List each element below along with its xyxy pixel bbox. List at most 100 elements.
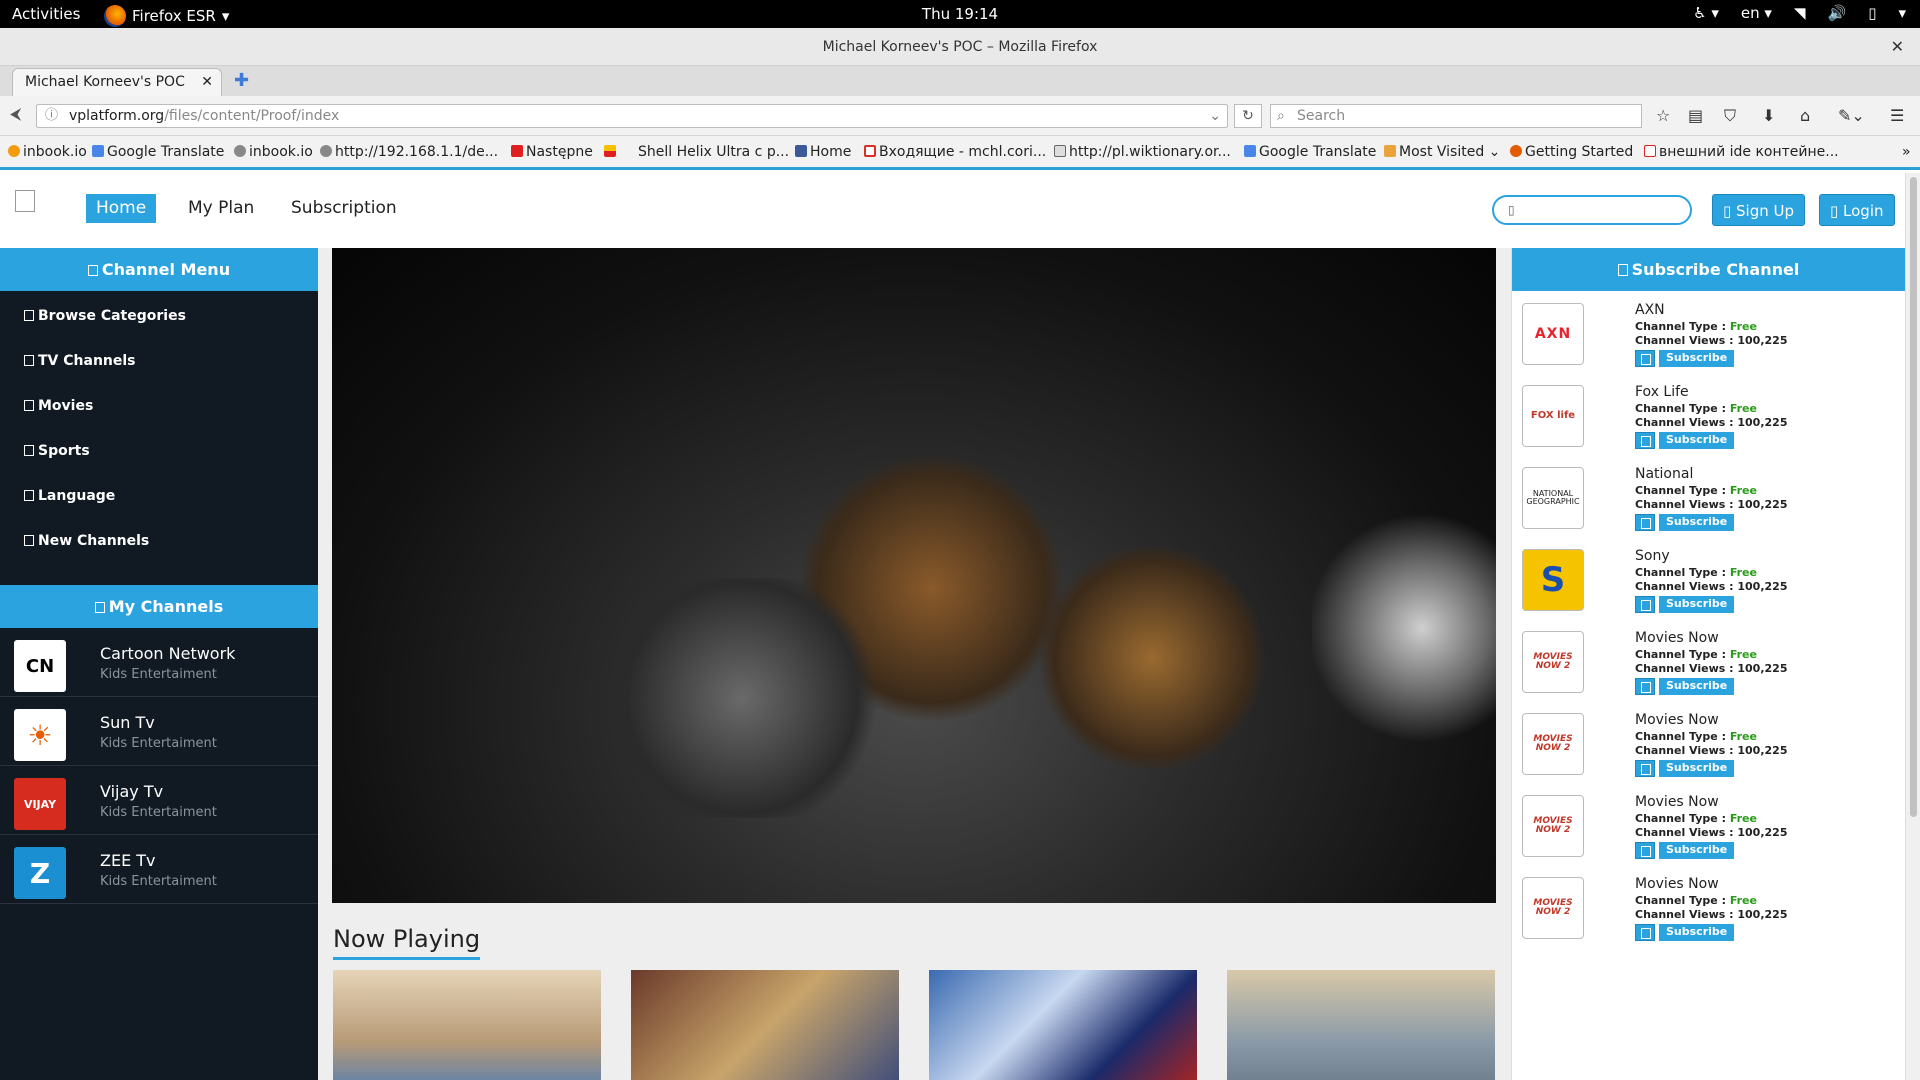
channel-views-line: Channel Views : 100,225 — [1635, 826, 1787, 839]
app-menu[interactable]: Firefox ESR ▾ — [104, 5, 229, 27]
list-icon — [24, 355, 34, 366]
menu-browse-categories[interactable]: Browse Categories — [0, 295, 318, 340]
subscribe-button[interactable]: Subscribe — [1659, 350, 1735, 367]
info-button-icon[interactable] — [1635, 596, 1655, 613]
accessibility-icon[interactable]: ♿ ▾ — [1693, 4, 1719, 22]
channel-name: Movies Now — [1635, 630, 1719, 646]
activities-button[interactable]: Activities — [12, 5, 80, 23]
channel-views-line: Channel Views : 100,225 — [1635, 416, 1787, 429]
bookmark-item[interactable]: inbook.io — [234, 144, 313, 160]
extension-icon[interactable]: ✎⌄ — [1838, 106, 1865, 125]
menu-language[interactable]: Language — [0, 475, 318, 520]
menu-sports[interactable]: Sports — [0, 430, 318, 475]
subscribe-button[interactable]: Subscribe — [1659, 596, 1735, 613]
bookmark-label: Google Translate — [1259, 144, 1377, 160]
hamburger-menu-icon[interactable]: ☰ — [1890, 106, 1904, 125]
bookmark-item[interactable]: Входящие - mchl.cori... — [864, 144, 1046, 160]
nav-subscription[interactable]: Subscription — [281, 194, 407, 223]
now-playing-thumbnail[interactable] — [333, 970, 601, 1080]
subscribe-button[interactable]: Subscribe — [1659, 842, 1735, 859]
close-window-icon[interactable]: ✕ — [1891, 28, 1904, 66]
menu-new-channels[interactable]: New Channels — [0, 520, 318, 565]
site-search-input[interactable]: ▯ — [1492, 195, 1692, 225]
info-button-icon[interactable] — [1635, 350, 1655, 367]
info-button-icon[interactable] — [1635, 760, 1655, 777]
bookmark-item[interactable]: Home — [795, 144, 851, 160]
url-domain: vplatform.org — [69, 108, 165, 124]
bookmark-item[interactable]: Następne — [511, 144, 593, 160]
video-player[interactable] — [332, 248, 1496, 903]
info-button-icon[interactable] — [1635, 924, 1655, 941]
reading-list-icon[interactable]: ▤ — [1688, 106, 1703, 125]
subscribe-button[interactable]: Subscribe — [1659, 760, 1735, 777]
url-bar[interactable]: ⓘ vplatform.org/files/content/Proof/inde… — [36, 104, 1228, 128]
subscribe-button[interactable]: Subscribe — [1659, 924, 1735, 941]
bookmark-item[interactable] — [604, 144, 619, 160]
sign-up-button[interactable]: ▯ Sign Up — [1712, 194, 1806, 226]
menu-label: Sports — [38, 443, 90, 459]
channel-views-label: Channel Views : — [1635, 334, 1738, 347]
channel-row[interactable]: Z ZEE Tv Kids Entertaiment — [0, 835, 318, 904]
close-tab-icon[interactable]: ✕ — [201, 69, 213, 95]
info-icon[interactable]: ⓘ — [45, 105, 58, 127]
subscribe-button[interactable]: Subscribe — [1659, 432, 1735, 449]
clock[interactable]: Thu 19:14 — [0, 5, 1920, 23]
zee-tv-logo: Z — [14, 847, 66, 899]
gmail-icon — [864, 145, 876, 157]
info-button-icon[interactable] — [1635, 842, 1655, 859]
site-logo[interactable] — [15, 190, 35, 212]
now-playing-thumbnail[interactable] — [929, 970, 1197, 1080]
bookmarks-overflow-icon[interactable]: » — [1902, 144, 1911, 160]
download-icon[interactable]: ⬇ — [1762, 106, 1775, 125]
bookmark-item[interactable]: inbook.io — [8, 144, 87, 160]
scrollbar-thumb[interactable] — [1910, 177, 1917, 817]
channel-name: Cartoon Network — [100, 644, 236, 663]
system-tray[interactable]: ♿ ▾ en ▾ ◥ 🔊 ▯ ▾ — [1693, 4, 1906, 22]
bookmark-item[interactable]: Google Translate — [1244, 144, 1376, 160]
url-dropdown-icon[interactable]: ⌄ — [1209, 105, 1221, 127]
subscribe-channel-row: MOVIES NOW 2 Movies Now Channel Type : Fre… — [1512, 783, 1905, 865]
list-icon — [24, 310, 34, 321]
bookmark-star-icon[interactable]: ☆ — [1656, 106, 1670, 125]
channel-row[interactable]: ☀ Sun Tv Kids Entertaiment — [0, 697, 318, 766]
language-indicator[interactable]: en ▾ — [1741, 4, 1772, 22]
now-playing-thumbnail[interactable] — [1227, 970, 1495, 1080]
channel-type-label: Channel Type : — [1635, 894, 1730, 907]
home-icon[interactable]: ⌂ — [1800, 106, 1810, 125]
page-scrollbar[interactable] — [1905, 173, 1920, 1080]
search-input[interactable]: ⌕ Search — [1270, 104, 1642, 128]
tab-active[interactable]: Michael Korneev's POC ✕ — [12, 68, 222, 96]
bookmark-label: Most Visited — [1399, 144, 1485, 160]
pocket-icon[interactable]: ⛉ — [1724, 106, 1736, 126]
channel-row[interactable]: CN Cartoon Network Kids Entertaiment — [0, 628, 318, 697]
reload-icon[interactable]: ↻ — [1234, 104, 1262, 128]
menu-tv-channels[interactable]: TV Channels — [0, 340, 318, 385]
info-button-icon[interactable] — [1635, 514, 1655, 531]
subscribe-actions: Subscribe — [1635, 432, 1735, 449]
channel-type-value: Free — [1729, 812, 1757, 825]
bookmark-item[interactable]: Google Translate — [92, 144, 224, 160]
back-icon[interactable]: ⮜ — [10, 104, 21, 124]
channel-name: Sony — [1635, 548, 1670, 564]
bookmark-item[interactable]: http://192.168.1.1/de... — [320, 144, 498, 160]
login-button[interactable]: ▯ Login — [1819, 194, 1895, 226]
most-visited-folder[interactable]: Most Visited ⌄ — [1384, 144, 1500, 160]
channel-views-label: Channel Views : — [1635, 498, 1738, 511]
now-playing-thumbnail[interactable] — [631, 970, 899, 1080]
bookmark-item[interactable]: внешний ide контейне... — [1644, 144, 1839, 160]
bookmark-item[interactable]: Shell Helix Ultra с р... — [638, 144, 789, 160]
nav-home[interactable]: Home — [86, 194, 157, 223]
new-tab-icon[interactable]: ✚ — [234, 70, 249, 91]
right-sidebar: Subscribe Channel AXN AXN Channel Type : F… — [1511, 248, 1905, 1080]
bookmark-item[interactable]: Getting Started — [1510, 144, 1633, 160]
info-button-icon[interactable] — [1635, 432, 1655, 449]
battery-icon: ▯ — [1868, 4, 1877, 22]
info-button-icon[interactable] — [1635, 678, 1655, 695]
nav-my-plan[interactable]: My Plan — [178, 194, 264, 223]
subscribe-button[interactable]: Subscribe — [1659, 678, 1735, 695]
channel-row[interactable]: VIJAY Vijay Tv Kids Entertaiment — [0, 766, 318, 835]
power-menu-icon[interactable]: ▾ — [1898, 4, 1906, 22]
bookmark-item[interactable]: http://pl.wiktionary.or... — [1054, 144, 1231, 160]
subscribe-button[interactable]: Subscribe — [1659, 514, 1735, 531]
menu-movies[interactable]: Movies — [0, 385, 318, 430]
